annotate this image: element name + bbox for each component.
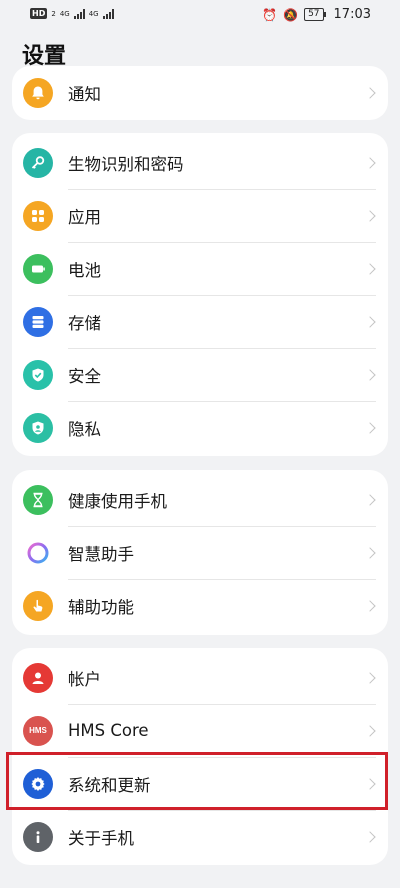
signal-icon [102, 8, 114, 19]
key-icon [23, 147, 53, 178]
hourglass-icon [23, 484, 53, 515]
settings-item-label: 关于手机 [68, 828, 134, 848]
settings-item-biometrics[interactable]: 生物识别和密码 [12, 136, 388, 189]
status-right: ⏰ 🔕 57 17:03 [262, 7, 371, 22]
settings-group-3: 健康使用手机 智慧助手 辅助功能 [12, 470, 388, 635]
settings-item-accessibility[interactable]: 辅助功能 [12, 579, 388, 632]
chevron-right-icon [364, 830, 376, 843]
hms-icon: HMS [23, 715, 53, 746]
chevron-right-icon [364, 671, 376, 684]
chevron-right-icon [364, 315, 376, 328]
settings-item-label: 生物识别和密码 [68, 154, 184, 174]
chevron-right-icon [364, 599, 376, 612]
chevron-right-icon [364, 262, 376, 275]
mute-icon: 🔕 [283, 7, 299, 22]
bell-icon [23, 77, 53, 108]
settings-item-label: 电池 [68, 260, 101, 280]
battery-icon [23, 253, 53, 284]
settings-item-storage[interactable]: 存储 [12, 295, 388, 348]
chevron-right-icon [364, 86, 376, 99]
settings-item-digital-balance[interactable]: 健康使用手机 [12, 473, 388, 526]
settings-item-system-update[interactable]: 系统和更新 [12, 757, 388, 810]
settings-item-label: 隐私 [68, 419, 101, 439]
chevron-right-icon [364, 421, 376, 434]
settings-item-assistant[interactable]: 智慧助手 [12, 526, 388, 579]
chevron-right-icon [364, 777, 376, 790]
shield-check-icon [23, 359, 53, 390]
settings-item-label: 帐户 [68, 669, 101, 689]
settings-item-label: 系统和更新 [68, 775, 151, 795]
settings-item-label: HMS Core [68, 721, 149, 740]
battery-icon: 57 [304, 8, 327, 21]
settings-group-2: 生物识别和密码 应用 电池 存储 安全 隐私 [12, 133, 388, 456]
clock: 17:03 [333, 7, 371, 22]
chevron-right-icon [364, 546, 376, 559]
user-icon [23, 662, 53, 693]
settings-item-label: 通知 [68, 84, 101, 104]
network-type-1: 4G [59, 9, 70, 18]
assistant-ring-icon [23, 537, 53, 568]
settings-item-label: 安全 [68, 366, 101, 386]
settings-item-label: 存储 [68, 313, 101, 333]
settings-item-label: 应用 [68, 207, 101, 227]
settings-item-battery[interactable]: 电池 [12, 242, 388, 295]
status-bar: HD 2 4G 4G ⏰ 🔕 57 17:03 [0, 0, 400, 30]
status-left: HD 2 4G 4G [30, 8, 114, 19]
storage-icon [23, 306, 53, 337]
chevron-right-icon [364, 493, 376, 506]
sim-number: 2 [51, 9, 56, 18]
gear-icon [23, 768, 53, 799]
hd-badge: HD [30, 8, 48, 19]
hand-icon [23, 590, 53, 621]
settings-item-hms-core[interactable]: HMS HMS Core [12, 704, 388, 757]
settings-item-privacy[interactable]: 隐私 [12, 401, 388, 454]
apps-grid-icon [23, 200, 53, 231]
chevron-right-icon [364, 724, 376, 737]
settings-item-about-phone[interactable]: 关于手机 [12, 810, 388, 863]
chevron-right-icon [364, 368, 376, 381]
settings-item-account[interactable]: 帐户 [12, 651, 388, 704]
settings-item-security[interactable]: 安全 [12, 348, 388, 401]
chevron-right-icon [364, 209, 376, 222]
settings-item-label: 健康使用手机 [68, 491, 167, 511]
chevron-right-icon [364, 156, 376, 169]
alarm-icon: ⏰ [262, 7, 278, 22]
settings-item-notifications[interactable]: 通知 [12, 66, 388, 119]
network-type-2: 4G [88, 9, 99, 18]
privacy-shield-icon [23, 412, 53, 443]
signal-icon [73, 8, 85, 19]
settings-item-label: 智慧助手 [68, 544, 134, 564]
settings-item-apps[interactable]: 应用 [12, 189, 388, 242]
settings-group-4: 帐户 HMS HMS Core 系统和更新 关于手机 [12, 648, 388, 865]
info-icon [23, 821, 53, 852]
settings-group-1: 通知 [12, 66, 388, 120]
settings-item-label: 辅助功能 [68, 597, 134, 617]
